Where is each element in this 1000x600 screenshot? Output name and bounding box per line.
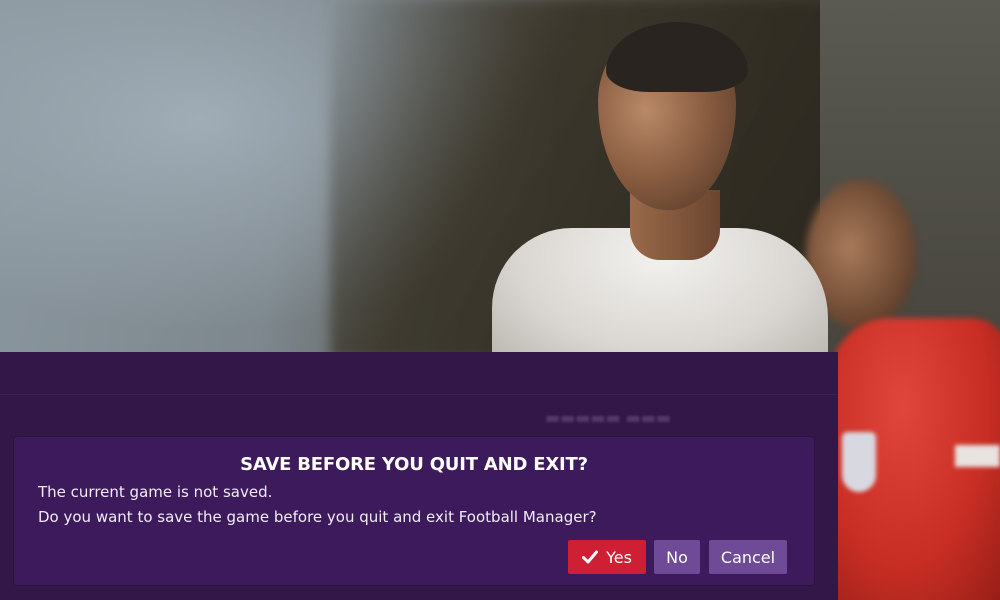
- screen: ▬▬▬▬▬ ▬▬▬ SAVE BEFORE YOU QUIT AND EXIT?…: [0, 0, 1000, 600]
- player-stripe: [955, 445, 1000, 467]
- dialog-title: SAVE BEFORE YOU QUIT AND EXIT?: [240, 454, 588, 475]
- no-button[interactable]: No: [654, 540, 700, 574]
- dialog-message-line1: The current game is not saved.: [38, 483, 273, 501]
- cancel-button[interactable]: Cancel: [709, 540, 787, 574]
- no-button-label: No: [666, 547, 688, 567]
- dialog-message-line2: Do you want to save the game before you …: [38, 508, 597, 526]
- check-icon: [582, 550, 599, 564]
- save-dialog: SAVE BEFORE YOU QUIT AND EXIT? The curre…: [14, 437, 814, 585]
- panel-divider: [0, 394, 838, 395]
- player-badge: [842, 432, 876, 492]
- cancel-button-label: Cancel: [720, 547, 776, 567]
- yes-button-label: Yes: [606, 547, 632, 567]
- panel-faint-text: ▬▬▬▬▬ ▬▬▬: [545, 408, 672, 427]
- yes-button[interactable]: Yes: [568, 540, 646, 574]
